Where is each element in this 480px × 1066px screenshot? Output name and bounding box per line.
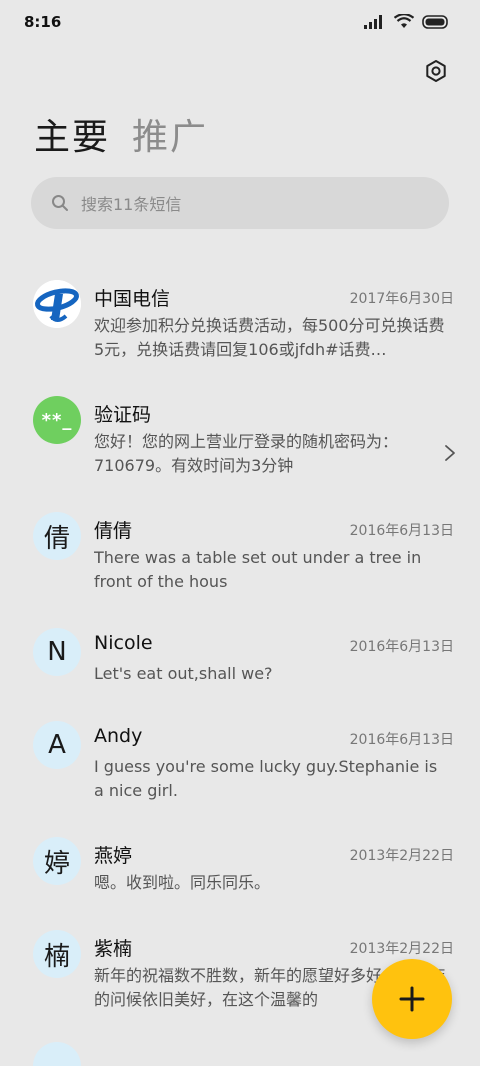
conversation-row-nicole[interactable]: N Nicole 2016年6月13日 Let's eat out,shall … [0, 620, 480, 700]
wifi-icon [394, 14, 414, 28]
conversation-row-verification-code[interactable]: **_ 验证码 您好！您的网上营业厅登录的随机密码为：710679。有效时间为3… [0, 388, 480, 488]
contact-name: 燕婷 [94, 845, 133, 867]
message-preview: 欢迎参加积分兑换话费活动，每500分可兑换话费5元，兑换话费请回复106或jfd… [94, 316, 445, 359]
china-telecom-logo-icon [33, 280, 81, 328]
message-date: 2013年2月22日 [349, 941, 454, 957]
message-date: 2016年6月13日 [349, 523, 454, 539]
contact-name: Andy [94, 725, 143, 747]
conversation-row-qianqian[interactable]: 倩 倩倩 2016年6月13日 There was a table set ou… [0, 504, 480, 604]
search-placeholder: 搜索11条短信 [81, 195, 182, 214]
contact-name: 紫楠 [94, 938, 133, 960]
message-date: 2013年2月22日 [349, 848, 454, 864]
conversation-row-partial[interactable] [0, 1038, 480, 1066]
avatar: 楠 [33, 930, 81, 978]
avatar-text: **_ [41, 409, 73, 431]
signal-icon [364, 14, 382, 29]
avatar: N [33, 628, 81, 676]
contact-name: 倩倩 [94, 520, 133, 542]
message-preview: There was a table set out under a tree i… [94, 548, 422, 591]
avatar: **_ [33, 396, 81, 444]
settings-button[interactable] [420, 55, 452, 87]
tab-promotions[interactable]: 推广 [132, 108, 208, 160]
status-icons [364, 14, 450, 29]
message-preview: I guess you're some lucky guy.Stephanie … [94, 757, 438, 800]
contact-name: 验证码 [94, 404, 152, 426]
conversation-row-yanting[interactable]: 婷 燕婷 2013年2月22日 嗯。收到啦。同乐同乐。 [0, 829, 480, 909]
contact-name: Nicole [94, 632, 153, 654]
avatar [33, 1042, 81, 1066]
status-time: 8:16 [24, 13, 62, 31]
gear-icon [426, 60, 446, 82]
tab-primary[interactable]: 主要 [34, 108, 110, 160]
chevron-right-icon [445, 445, 455, 461]
search-icon [51, 194, 69, 212]
message-date: 2016年6月13日 [349, 732, 454, 748]
status-bar: 8:16 [0, 0, 480, 46]
avatar: 婷 [33, 837, 81, 885]
message-preview: 您好！您的网上营业厅登录的随机密码为：710679。有效时间为3分钟 [94, 432, 399, 475]
search-input[interactable]: 搜索11条短信 [31, 177, 449, 229]
battery-icon [422, 14, 448, 29]
avatar: A [33, 721, 81, 769]
message-date: 2016年6月13日 [349, 639, 454, 655]
new-message-button[interactable] [372, 959, 452, 1039]
tab-bar: 主要 推广 [34, 108, 208, 160]
avatar: 倩 [33, 512, 81, 560]
plus-icon [399, 986, 425, 1012]
conversation-row-andy[interactable]: A Andy 2016年6月13日 I guess you're some lu… [0, 713, 480, 813]
message-preview: 嗯。收到啦。同乐同乐。 [94, 873, 271, 892]
message-date: 2017年6月30日 [349, 291, 454, 307]
conversation-row-china-telecom[interactable]: 中国电信 2017年6月30日 欢迎参加积分兑换话费活动，每500分可兑换话费5… [0, 272, 480, 372]
contact-name: 中国电信 [94, 288, 171, 310]
message-preview: Let's eat out,shall we? [94, 664, 273, 683]
